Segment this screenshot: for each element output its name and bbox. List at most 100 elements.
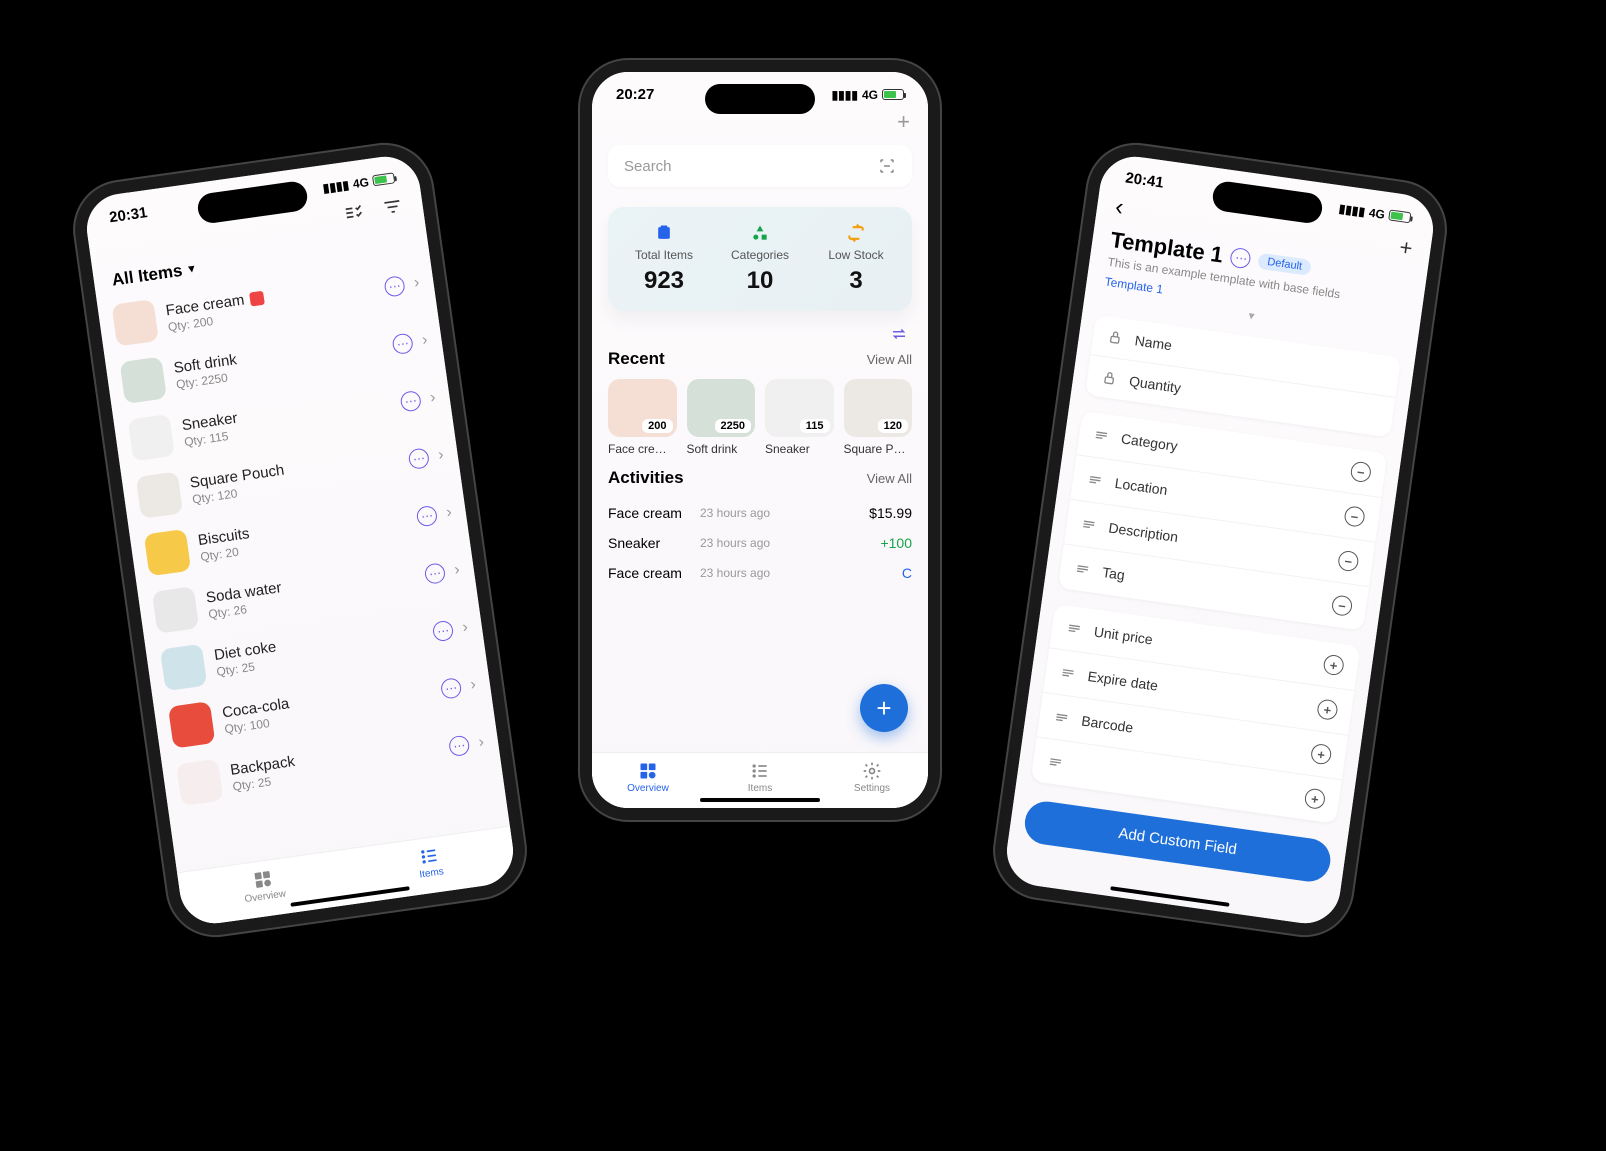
- filter-icon[interactable]: [381, 196, 404, 219]
- more-icon[interactable]: ⋯: [423, 562, 446, 585]
- more-icon[interactable]: ⋯: [407, 447, 430, 470]
- home-indicator[interactable]: [700, 798, 820, 802]
- bottom-nav: Overview Items: [177, 826, 518, 928]
- fab-add[interactable]: +: [860, 684, 908, 732]
- more-icon[interactable]: ⋯: [448, 735, 471, 758]
- nav-items[interactable]: Items: [704, 761, 816, 794]
- list-icon: [418, 845, 441, 868]
- phone-overview: 20:27 ▮▮▮▮ 4G + Search Total Items 923 C…: [580, 60, 940, 820]
- item-thumb: [152, 586, 199, 633]
- activity-name: Face cream: [608, 505, 700, 521]
- search-input[interactable]: Search: [608, 145, 912, 187]
- nav-items[interactable]: Items: [345, 834, 516, 890]
- add-button[interactable]: +: [1398, 234, 1414, 262]
- qty-badge: 120: [878, 419, 908, 433]
- field-name: [1075, 765, 1293, 796]
- stat-label: Total Items: [635, 248, 693, 262]
- swap-icon[interactable]: [890, 327, 908, 341]
- lines-icon: [1092, 426, 1110, 444]
- chevron-right-icon: ›: [469, 676, 477, 695]
- add-icon[interactable]: +: [1304, 787, 1327, 810]
- network-label: 4G: [352, 175, 370, 191]
- stat-value: 923: [644, 267, 684, 295]
- lines-icon: [1065, 620, 1083, 638]
- activities-title: Activities: [608, 468, 684, 488]
- chevron-down-icon: ▼: [185, 263, 197, 276]
- loop-icon: [846, 223, 866, 243]
- recent-card[interactable]: 200 Face cre…: [608, 379, 677, 456]
- lines-icon: [1086, 471, 1104, 489]
- item-thumb: [128, 414, 175, 461]
- remove-icon[interactable]: −: [1331, 594, 1354, 617]
- more-icon[interactable]: ⋯: [431, 620, 454, 643]
- scan-icon[interactable]: [878, 157, 896, 175]
- qty-badge: 115: [800, 419, 830, 433]
- more-icon[interactable]: ⋯: [391, 333, 414, 356]
- chevron-right-icon: ›: [437, 446, 445, 465]
- remove-icon[interactable]: −: [1337, 550, 1360, 573]
- recent-thumb: 120: [844, 379, 913, 437]
- item-thumb: [136, 471, 183, 518]
- activities-view-all[interactable]: View All: [867, 471, 912, 486]
- network-label: 4G: [862, 88, 878, 102]
- box-icon: [654, 223, 674, 243]
- battery-icon: [372, 172, 395, 186]
- recent-thumb: 2250: [687, 379, 756, 437]
- more-icon[interactable]: ⋯: [415, 505, 438, 528]
- activity-time: 23 hours ago: [700, 566, 902, 580]
- lines-icon: [1046, 753, 1064, 771]
- recent-thumb: 200: [608, 379, 677, 437]
- stat-loop[interactable]: Low Stock 3: [808, 223, 904, 295]
- activity-row[interactable]: Face cream 23 hours ago C: [608, 558, 912, 588]
- add-icon[interactable]: +: [1316, 698, 1339, 721]
- more-icon[interactable]: ⋯: [440, 677, 463, 700]
- stat-box[interactable]: Total Items 923: [616, 223, 712, 295]
- stat-value: 10: [747, 267, 774, 295]
- phone-items-list: 20:31 ▮▮▮▮ 4G All Items▼ Face cream Qty:…: [69, 139, 531, 942]
- calendar-badge-icon: [249, 290, 265, 306]
- recent-name: Soft drink: [687, 442, 756, 456]
- recent-card[interactable]: 2250 Soft drink: [687, 379, 756, 456]
- chevron-right-icon: ›: [429, 389, 437, 408]
- list-icon: [750, 761, 770, 781]
- item-thumb: [120, 357, 167, 404]
- nav-settings[interactable]: Settings: [816, 761, 928, 794]
- stat-value: 3: [849, 267, 862, 295]
- recent-card[interactable]: 120 Square P…: [844, 379, 913, 456]
- select-icon[interactable]: [342, 201, 365, 224]
- recent-view-all[interactable]: View All: [867, 352, 912, 367]
- nav-overview[interactable]: Overview: [592, 761, 704, 794]
- search-placeholder: Search: [624, 158, 672, 175]
- battery-icon: [882, 89, 904, 100]
- nav-overview[interactable]: Overview: [178, 858, 349, 914]
- signal-bars-icon: ▮▮▮▮: [322, 177, 350, 195]
- signal-bars-icon: ▮▮▮▮: [832, 88, 858, 102]
- add-icon[interactable]: +: [1322, 654, 1345, 677]
- lines-icon: [1053, 709, 1071, 727]
- qty-badge: 2250: [715, 419, 751, 433]
- recent-name: Face cre…: [608, 442, 677, 456]
- notch: [705, 84, 815, 114]
- activity-time: 23 hours ago: [700, 536, 880, 550]
- remove-icon[interactable]: −: [1343, 505, 1366, 528]
- grid-icon: [252, 868, 275, 891]
- activity-row[interactable]: Sneaker 23 hours ago +100: [608, 528, 912, 558]
- activity-row[interactable]: Face cream 23 hours ago $15.99: [608, 498, 912, 528]
- more-icon[interactable]: ⋯: [1229, 247, 1252, 270]
- recent-name: Sneaker: [765, 442, 834, 456]
- lines-icon: [1080, 516, 1098, 534]
- stats-card: Total Items 923 Categories 10 Low Stock …: [608, 207, 912, 311]
- more-icon[interactable]: ⋯: [399, 390, 422, 413]
- back-button[interactable]: ‹: [1113, 193, 1125, 222]
- default-badge: Default: [1257, 253, 1312, 276]
- grid-icon: [638, 761, 658, 781]
- chevron-right-icon: ›: [413, 274, 421, 293]
- remove-icon[interactable]: −: [1350, 461, 1373, 484]
- recent-card[interactable]: 115 Sneaker: [765, 379, 834, 456]
- item-thumb: [111, 299, 158, 346]
- recent-name: Square P…: [844, 442, 913, 456]
- more-icon[interactable]: ⋯: [383, 275, 406, 298]
- add-icon[interactable]: +: [1310, 743, 1333, 766]
- lock-icon: [1106, 328, 1124, 346]
- stat-shapes[interactable]: Categories 10: [712, 223, 808, 295]
